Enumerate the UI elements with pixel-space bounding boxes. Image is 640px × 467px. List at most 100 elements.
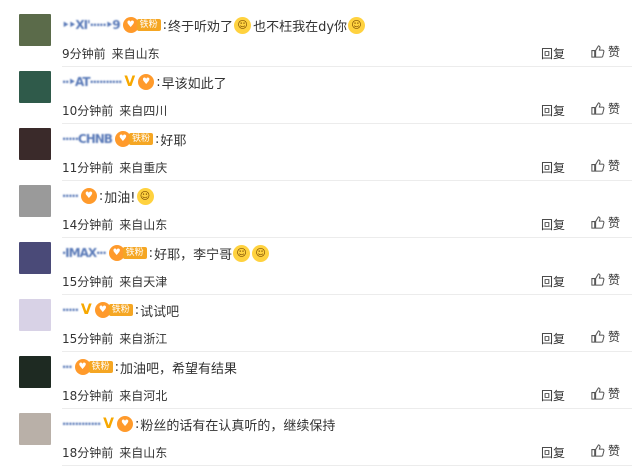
comment-meta: 9分钟前 来自山东 [62, 45, 160, 62]
comment-meta: 15分钟前 来自浙江 [62, 330, 167, 347]
avatar[interactable] [19, 242, 51, 274]
reply-button[interactable]: 回复 [541, 387, 565, 404]
emoji-cat-icon: ☺ [234, 16, 252, 34]
avatar[interactable] [19, 71, 51, 103]
comment-line: ‧‧‧ ♥ 铁粉 : 加油吧，希望有结果 [62, 356, 237, 378]
fan-badge: ♥ [80, 188, 97, 204]
like-button[interactable]: 赞 [590, 100, 620, 117]
comment-line: ‣‣XI'‧‧‧‧‧‣9 ♥ 铁粉 : 终于听劝了 ☺ 也不枉我在dy你 ☺ [62, 14, 366, 36]
timestamp: 15分钟前 [62, 332, 114, 346]
fan-badge: ♥ 铁粉 [108, 245, 147, 261]
thumbs-up-icon [591, 102, 605, 115]
like-button[interactable]: 赞 [590, 214, 620, 231]
avatar[interactable] [19, 185, 51, 217]
timestamp: 10分钟前 [62, 104, 114, 118]
comment-text: 终于听劝了 [168, 19, 234, 35]
like-button[interactable]: 赞 [590, 43, 620, 60]
comment-line: ‧‧‧‧‧ ♥ : 加油! ☺ [62, 185, 155, 207]
comment-meta: 11分钟前 来自重庆 [62, 159, 167, 176]
like-button[interactable]: 赞 [590, 442, 620, 459]
thumbs-up-icon [591, 216, 605, 229]
colon: : [162, 17, 168, 33]
like-button[interactable]: 赞 [590, 385, 620, 402]
comment-text: 加油! [104, 190, 136, 206]
thumbs-up-icon [591, 387, 605, 400]
fan-badge: ♥ 铁粉 [94, 302, 133, 318]
fan-badge-label: 铁粉 [136, 19, 161, 31]
thumbs-up-icon [591, 45, 605, 58]
avatar[interactable] [19, 356, 51, 388]
avatar[interactable] [19, 128, 51, 160]
source-location: 来自天津 [119, 275, 168, 289]
source-location: 来自河北 [119, 389, 168, 403]
like-label: 赞 [608, 330, 621, 344]
username-link[interactable]: ‣‣XI'‧‧‧‧‧‣9 [62, 18, 121, 32]
comment-item: ‧‧‧‧‧CHNB ♥ 铁粉 : 好耶 11分钟前 来自重庆 回复 赞 [0, 124, 640, 181]
comment-text-continued: 也不枉我在dy你 [253, 19, 348, 35]
comment-meta: 18分钟前 来自山东 [62, 444, 167, 461]
timestamp: 18分钟前 [62, 389, 114, 403]
colon: : [134, 416, 140, 432]
comment-item: ‧IMAX‧‧‧ ♥ 铁粉 : 好耶，李宁哥 ☺ ☺ 15分钟前 来自天津 回复 赞 [0, 238, 640, 295]
emoji-cry-icon: ☺ [136, 187, 154, 205]
username-link[interactable]: ‧‧‧ [62, 360, 73, 374]
like-button[interactable]: 赞 [590, 157, 620, 174]
fan-badge-label: 铁粉 [88, 361, 113, 373]
comment-item: ‧‧‧ ♥ 铁粉 : 加油吧，希望有结果 18分钟前 来自河北 回复 赞 [0, 352, 640, 409]
username-link[interactable]: ‧‧‧‧‧CHNB [62, 132, 113, 146]
reply-button[interactable]: 回复 [541, 273, 565, 290]
avatar[interactable] [19, 413, 51, 445]
reply-button[interactable]: 回复 [541, 159, 565, 176]
comment-line: ‧IMAX‧‧‧ ♥ 铁粉 : 好耶，李宁哥 ☺ ☺ [62, 242, 270, 264]
like-label: 赞 [608, 159, 621, 173]
colon: : [154, 131, 160, 147]
reply-button[interactable]: 回复 [541, 45, 565, 62]
comment-line: ‧‧‧‧‧ V ♥ 铁粉 : 试试吧 [62, 299, 179, 321]
comment-meta: 14分钟前 来自山东 [62, 216, 167, 233]
comment-text: 好耶 [160, 133, 187, 149]
timestamp: 11分钟前 [62, 161, 114, 175]
username-link[interactable]: ‧IMAX‧‧‧ [62, 246, 107, 260]
reply-button[interactable]: 回复 [541, 216, 565, 233]
avatar[interactable] [19, 299, 51, 331]
comment-item: ‧‧‧‧‧‧‧‧‧‧‧‧ V ♥ : 粉丝的话有在认真听的，继续保持 18分钟前… [0, 409, 640, 466]
like-label: 赞 [608, 444, 621, 458]
colon: : [114, 359, 119, 375]
like-label: 赞 [608, 273, 621, 287]
source-location: 来自重庆 [119, 161, 168, 175]
fan-badge: ♥ [138, 74, 155, 90]
fan-badge: ♥ [116, 416, 133, 432]
username-link[interactable]: ‧‧‧‧‧ [62, 189, 79, 203]
source-location: 来自山东 [119, 446, 168, 460]
fan-badge-label: 铁粉 [128, 133, 153, 145]
colon: : [148, 245, 154, 261]
source-location: 来自浙江 [119, 332, 168, 346]
fan-badge: ♥ 铁粉 [122, 17, 161, 33]
username-link[interactable]: ‧‧‧‧‧ [62, 303, 79, 317]
comment-text: 粉丝的话有在认真听的，继续保持 [140, 418, 336, 434]
source-location: 来自山东 [119, 218, 168, 232]
avatar[interactable] [19, 14, 51, 46]
reply-button[interactable]: 回复 [541, 330, 565, 347]
thumbs-up-icon [591, 330, 605, 343]
timestamp: 14分钟前 [62, 218, 114, 232]
like-button[interactable]: 赞 [590, 271, 620, 288]
comment-line: ‧‧‧‧‧‧‧‧‧‧‧‧ V ♥ : 粉丝的话有在认真听的，继续保持 [62, 413, 335, 435]
like-button[interactable]: 赞 [590, 328, 620, 345]
username-link[interactable]: ‧‧‧‧‧‧‧‧‧‧‧‧ [62, 417, 101, 431]
heart-icon: ♥ [138, 74, 155, 90]
verified-icon: V [124, 74, 136, 90]
thumbs-up-icon [591, 444, 605, 457]
reply-button[interactable]: 回复 [541, 102, 565, 119]
comment-item: ‧‧‣AT‧‧‧‧‧‧‧‧‧‧ V ♥ : 早该如此了 10分钟前 来自四川 回复… [0, 67, 640, 124]
comment-line: ‧‧‧‧‧CHNB ♥ 铁粉 : 好耶 [62, 128, 186, 150]
comment-text: 试试吧 [140, 304, 180, 320]
comment-item: ‧‧‧‧‧ V ♥ 铁粉 : 试试吧 15分钟前 来自浙江 回复 赞 [0, 295, 640, 352]
comment-text: 好耶，李宁哥 [154, 247, 233, 263]
username-link[interactable]: ‧‧‣AT‧‧‧‧‧‧‧‧‧‧ [62, 75, 122, 89]
reply-button[interactable]: 回复 [541, 444, 565, 461]
verified-icon: V [80, 302, 92, 318]
colon: : [156, 74, 161, 90]
thumbs-up-icon [591, 273, 605, 286]
comment-line: ‧‧‣AT‧‧‧‧‧‧‧‧‧‧ V ♥ : 早该如此了 [62, 71, 227, 93]
